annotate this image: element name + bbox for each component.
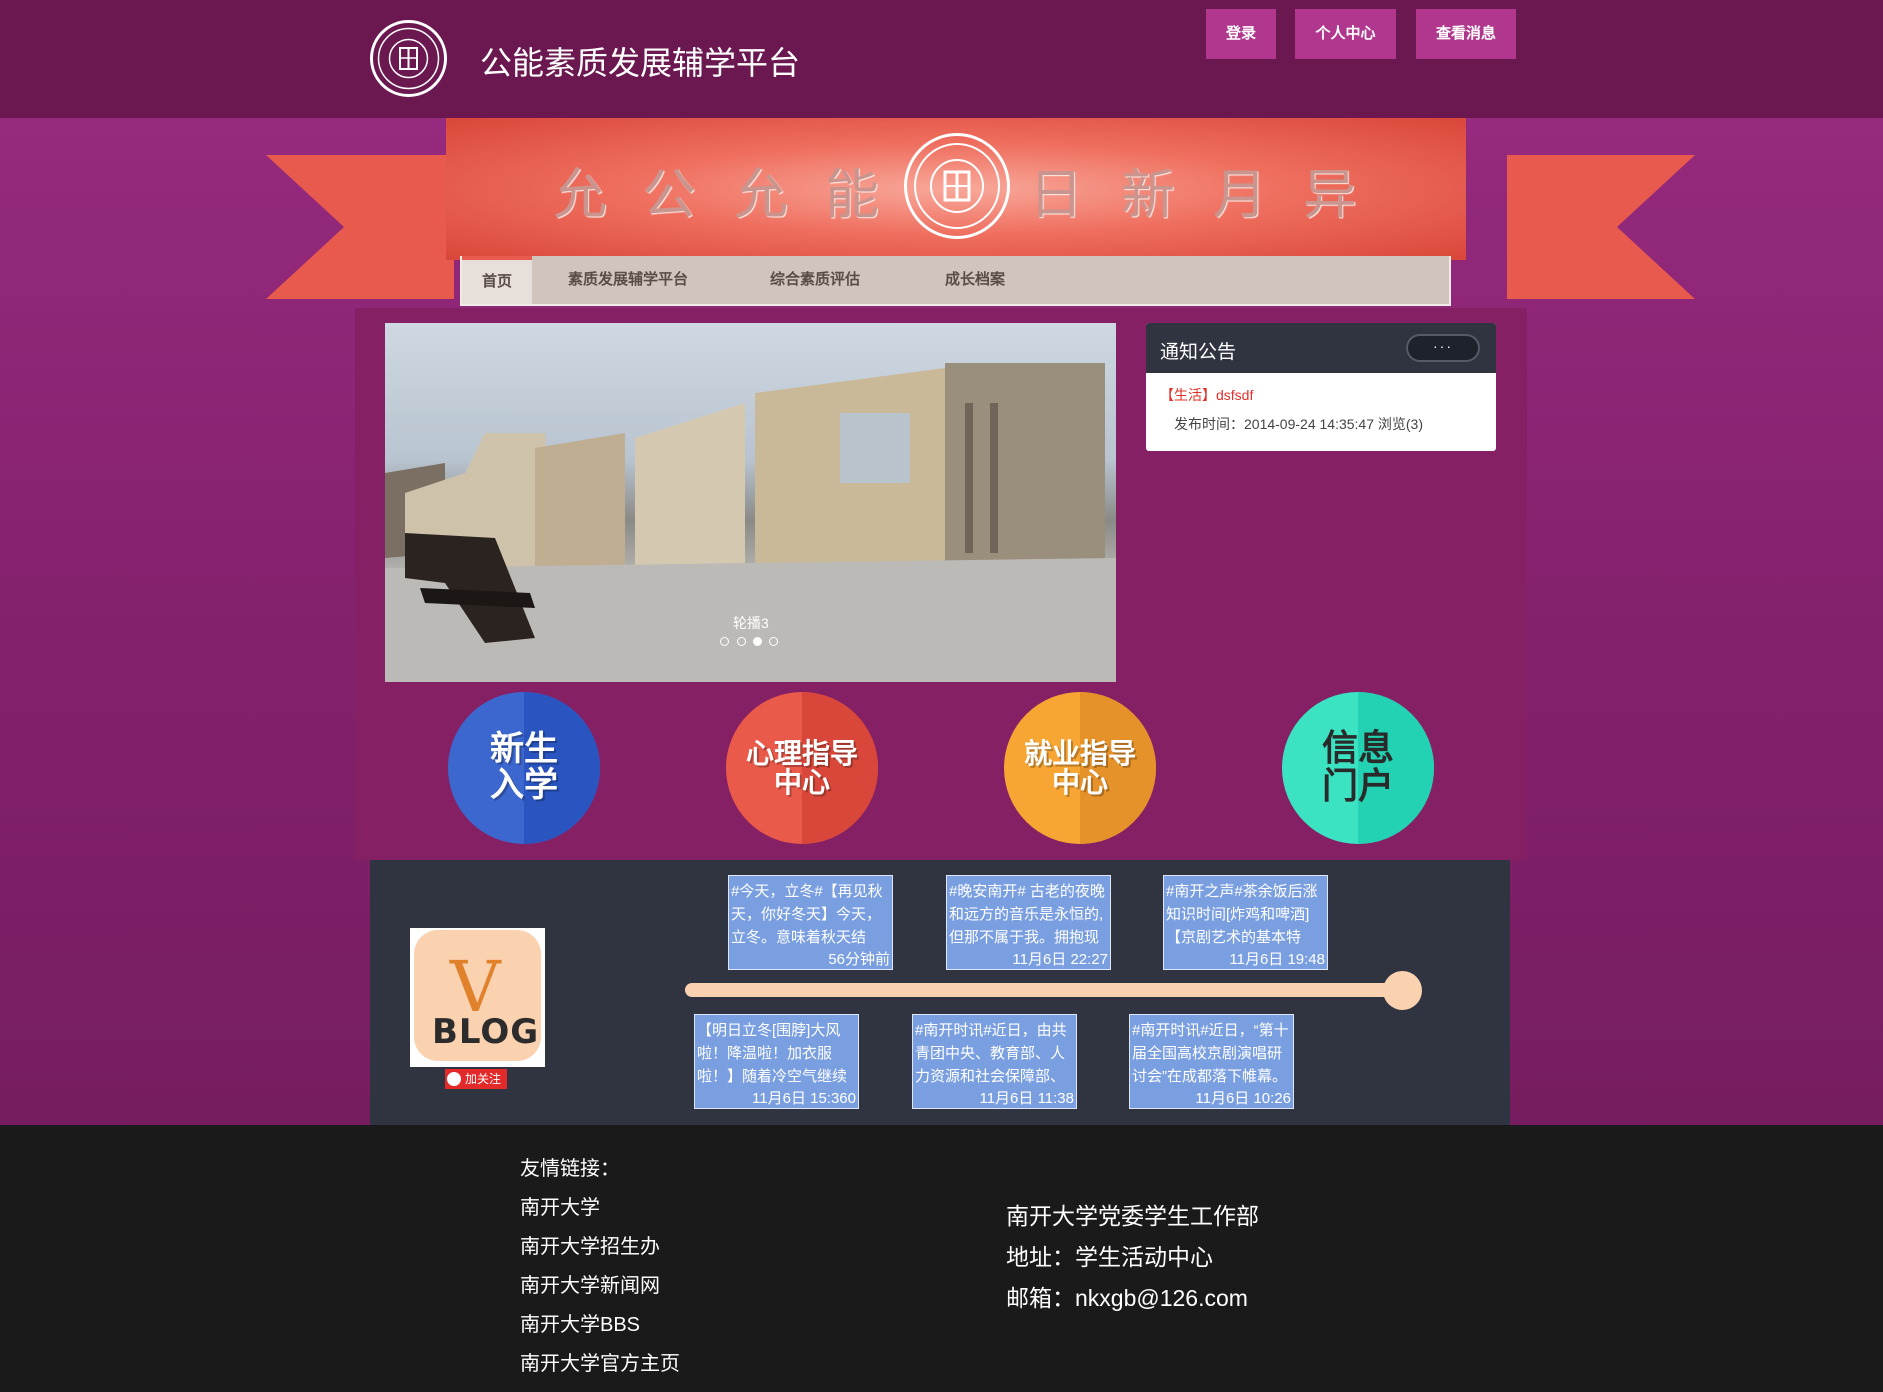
university-seal-icon bbox=[904, 133, 1010, 239]
post-time: 11月6日 11:38 bbox=[979, 1090, 1074, 1107]
notice-item-meta: 发布时间：2014-09-24 14:35:47 浏览(3) bbox=[1174, 416, 1423, 432]
weibo-follow-button[interactable]: 加关注 bbox=[445, 1069, 507, 1089]
carousel-dot-active[interactable] bbox=[753, 637, 762, 646]
friend-link[interactable]: 南开大学招生办 bbox=[520, 1230, 660, 1259]
main-nav: 首页 素质发展辅学平台 综合素质评估 成长档案 bbox=[460, 256, 1451, 306]
footer-org: 南开大学党委学生工作部 bbox=[1006, 1203, 1259, 1229]
nav-item-home[interactable]: 首页 bbox=[462, 256, 532, 304]
motto-char: 允 bbox=[553, 163, 607, 226]
circle-label: 中心 bbox=[773, 766, 830, 799]
motto-char: 能 bbox=[825, 163, 879, 226]
post-text: 【明日立冬[围脖]大风啦！降温啦！加衣服啦！】随着冷空气继续南下，今天北方 bbox=[697, 1022, 848, 1085]
weibo-post[interactable]: #南开时讯#近日，由共青团中央、教育部、人力资源和社会保障部、中国科协、 11月… bbox=[912, 1014, 1077, 1109]
weibo-post[interactable]: #晚安南开# 古老的夜晚和远方的音乐是永恒的,但那不属于我。拥抱现实，晚安 11… bbox=[946, 875, 1111, 970]
circle-label: 心理指导 bbox=[745, 736, 858, 770]
motto-char: 月 bbox=[1213, 163, 1267, 226]
notice-title: 通知公告 bbox=[1160, 342, 1237, 363]
carousel-dot[interactable] bbox=[769, 637, 778, 646]
motto-char: 允 bbox=[734, 163, 788, 226]
university-logo-icon bbox=[370, 20, 447, 97]
post-time: 11月6日 10:26 bbox=[1195, 1090, 1291, 1107]
motto-char: 新 bbox=[1121, 163, 1175, 226]
nav-item-growth-archive[interactable]: 成长档案 bbox=[945, 256, 1005, 304]
friend-link[interactable]: 南开大学BBS bbox=[520, 1308, 640, 1337]
freshman-entry-button[interactable]: 新生 入学 bbox=[448, 692, 600, 844]
nav-item-quality-platform[interactable]: 素质发展辅学平台 bbox=[568, 256, 688, 304]
post-time: 56分钟前 bbox=[828, 951, 890, 968]
ribbon-right-tail bbox=[1507, 155, 1695, 299]
counseling-center-button[interactable]: 心理指导 中心 bbox=[726, 692, 878, 844]
friend-link[interactable]: 南开大学新闻网 bbox=[520, 1269, 660, 1298]
weibo-timeline-bar bbox=[685, 983, 1405, 997]
weibo-post[interactable]: #南开之声#茶余饭后涨知识时间[炸鸡和啤酒]【京剧艺术的基本特征：程式化】 11… bbox=[1163, 875, 1328, 970]
site-title: 公能素质发展辅学平台 bbox=[480, 44, 801, 82]
friend-link[interactable]: 南开大学 bbox=[520, 1191, 600, 1220]
post-text: #南开之声#茶余饭后涨知识时间[炸鸡和啤酒]【京剧艺术的基本特征：程式化】 bbox=[1166, 883, 1318, 946]
motto-char: 异 bbox=[1303, 163, 1357, 226]
career-center-button[interactable]: 就业指导 中心 bbox=[1004, 692, 1156, 844]
friend-link[interactable]: 南开大学官方主页 bbox=[520, 1347, 680, 1376]
vblog-icon-inner: V BLOG bbox=[414, 930, 541, 1061]
circle-label: 中心 bbox=[1051, 766, 1108, 799]
post-text: #晚安南开# 古老的夜晚和远方的音乐是永恒的,但那不属于我。拥抱现实，晚安 bbox=[949, 883, 1105, 946]
nav-item-quality-evaluation[interactable]: 综合素质评估 bbox=[770, 256, 860, 304]
ribbon-left-tail bbox=[266, 155, 454, 299]
post-time: 11月6日 15:360 bbox=[752, 1090, 856, 1107]
personal-center-button[interactable]: 个人中心 bbox=[1295, 9, 1396, 59]
circle-label: 新生 bbox=[490, 729, 558, 770]
view-messages-button[interactable]: 查看消息 bbox=[1416, 9, 1516, 59]
weibo-post[interactable]: #今天，立冬#【再见秋天，你好冬天】今天，立冬。意味着秋天结束，将迎 56分钟前 bbox=[728, 875, 893, 970]
carousel-dot[interactable] bbox=[737, 637, 746, 646]
motto-char: 日 bbox=[1029, 163, 1083, 226]
weibo-eye-icon bbox=[447, 1072, 461, 1086]
footer-address: 地址：学生活动中心 bbox=[1006, 1244, 1213, 1270]
footer-email: 邮箱：nkxgb@126.com bbox=[1006, 1285, 1248, 1311]
post-text: #今天，立冬#【再见秋天，你好冬天】今天，立冬。意味着秋天结束，将迎 bbox=[731, 883, 883, 946]
top-header bbox=[0, 0, 1883, 118]
circle-label: 就业指导 bbox=[1023, 736, 1136, 770]
carousel-caption: 轮播3 bbox=[733, 615, 769, 631]
post-time: 11月6日 22:27 bbox=[1012, 951, 1108, 968]
weibo-timeline-knob[interactable] bbox=[1383, 971, 1422, 1010]
post-text: #南开时讯#近日，“第十届全国高校京剧演唱研讨会”在成都落下帷幕。南开 bbox=[1132, 1022, 1289, 1085]
notice-more-button[interactable]: ··· bbox=[1406, 334, 1480, 362]
post-text: #南开时讯#近日，由共青团中央、教育部、人力资源和社会保障部、中国科协、 bbox=[915, 1022, 1067, 1085]
friend-links-title: 友情链接： bbox=[520, 1158, 620, 1180]
login-button[interactable]: 登录 bbox=[1206, 9, 1276, 59]
notice-panel: 通知公告 ··· 【生活】dsfsdf 发布时间：2014-09-24 14:3… bbox=[1146, 323, 1496, 451]
circle-label: 信息 bbox=[1321, 728, 1394, 770]
notice-item-link[interactable]: 【生活】dsfsdf bbox=[1160, 385, 1253, 405]
weibo-post[interactable]: #南开时讯#近日，“第十届全国高校京剧演唱研讨会”在成都落下帷幕。南开 11月6… bbox=[1129, 1014, 1294, 1109]
info-portal-button[interactable]: 信息 门户 bbox=[1282, 692, 1434, 844]
vblog-word: BLOG bbox=[432, 1012, 540, 1052]
circle-label: 入学 bbox=[490, 765, 558, 805]
motto-char: 公 bbox=[642, 163, 696, 226]
post-time: 11月6日 19:48 bbox=[1229, 951, 1325, 968]
vblog-icon[interactable]: V BLOG bbox=[410, 928, 545, 1067]
footer bbox=[0, 1125, 1883, 1392]
carousel-dot[interactable] bbox=[720, 637, 729, 646]
weibo-post[interactable]: 【明日立冬[围脖]大风啦！降温啦！加衣服啦！】随着冷空气继续南下，今天北方 11… bbox=[694, 1014, 859, 1109]
follow-label: 加关注 bbox=[465, 1072, 502, 1086]
circle-label: 门户 bbox=[1321, 766, 1394, 807]
